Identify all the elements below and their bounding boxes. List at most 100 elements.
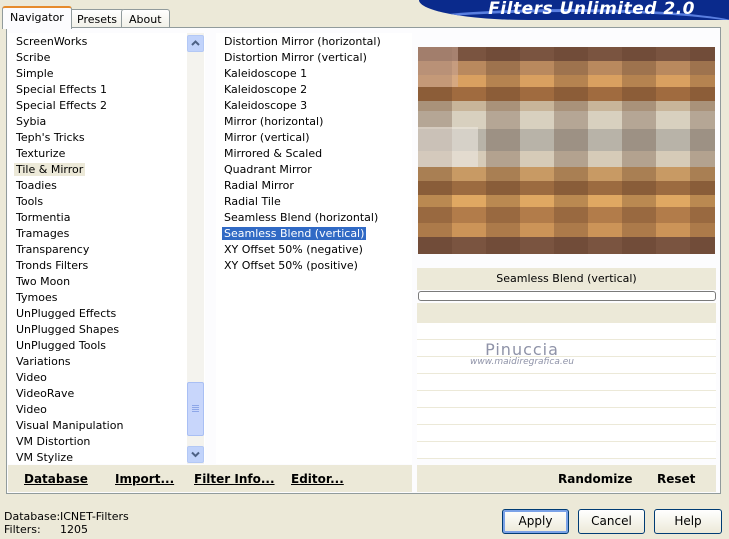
category-item[interactable]: ScreenWorks <box>8 34 125 50</box>
category-item[interactable]: VideoRave <box>8 386 125 402</box>
category-label: Tymoes <box>16 291 58 304</box>
category-item[interactable]: Video <box>8 370 125 386</box>
filter-item[interactable]: Seamless Blend (vertical) <box>216 226 383 242</box>
category-item[interactable]: Tile & Mirror <box>8 162 125 178</box>
category-item[interactable]: Tramages <box>8 226 125 242</box>
filter-item[interactable]: XY Offset 50% (positive) <box>216 258 383 274</box>
database-value: ICNET-Filters <box>60 510 129 523</box>
category-item[interactable]: Two Moon <box>8 274 125 290</box>
param-row <box>417 391 716 408</box>
filter-label: Mirrored & Scaled <box>224 147 323 160</box>
filter-item[interactable]: Distortion Mirror (vertical) <box>216 50 383 66</box>
filter-item[interactable]: Mirrored & Scaled <box>216 146 383 162</box>
category-label: Video <box>16 403 47 416</box>
filter-list[interactable]: Distortion Mirror (horizontal) Distortion… <box>216 33 412 464</box>
grip-icon <box>192 405 199 413</box>
category-label: Simple <box>16 67 54 80</box>
reset-button[interactable]: Reset <box>657 472 695 486</box>
scroll-up-button[interactable] <box>187 35 204 52</box>
filter-info-button[interactable]: Filter Info... <box>194 472 275 486</box>
category-item[interactable]: Sybia <box>8 114 125 130</box>
filter-item[interactable]: Mirror (horizontal) <box>216 114 383 130</box>
category-label: Sybia <box>16 115 47 128</box>
filter-item[interactable]: Mirror (vertical) <box>216 130 383 146</box>
category-label: Texturize <box>16 147 66 160</box>
category-scrollbar[interactable] <box>187 33 204 464</box>
category-item[interactable]: UnPlugged Tools <box>8 338 125 354</box>
filter-label: Radial Tile <box>224 195 281 208</box>
filter-item[interactable]: Distortion Mirror (horizontal) <box>216 34 383 50</box>
filter-item[interactable]: Radial Tile <box>216 194 383 210</box>
filter-label: Mirror (horizontal) <box>224 115 324 128</box>
database-label: Database: <box>4 510 61 523</box>
category-item[interactable]: Tymoes <box>8 290 125 306</box>
randomize-button[interactable]: Randomize <box>558 472 632 486</box>
database-button[interactable]: Database <box>24 472 88 486</box>
param-row <box>417 425 716 442</box>
filter-item[interactable]: XY Offset 50% (negative) <box>216 242 383 258</box>
filter-label: Seamless Blend (horizontal) <box>224 211 379 224</box>
filter-label: Kaleidoscope 3 <box>224 99 308 112</box>
category-item[interactable]: VM Stylize <box>8 450 125 464</box>
category-label: ScreenWorks <box>16 35 88 48</box>
filter-label: XY Offset 50% (negative) <box>224 243 363 256</box>
category-item[interactable]: Simple <box>8 66 125 82</box>
category-item[interactable]: Teph's Tricks <box>8 130 125 146</box>
category-item[interactable]: Special Effects 1 <box>8 82 125 98</box>
param-row <box>417 323 716 340</box>
category-label: VM Distortion <box>16 435 91 448</box>
preview-filter-name: Seamless Blend (vertical) <box>417 268 716 290</box>
category-item[interactable]: Tormentia <box>8 210 125 226</box>
category-label: Two Moon <box>16 275 71 288</box>
filter-item[interactable]: Kaleidoscope 1 <box>216 66 383 82</box>
tab-presets[interactable]: Presets <box>69 9 126 29</box>
right-action-bar: Randomize Reset <box>417 465 716 492</box>
apply-button[interactable]: Apply <box>502 509 569 534</box>
category-label: Scribe <box>16 51 51 64</box>
import-button[interactable]: Import... <box>115 472 174 486</box>
help-button[interactable]: Help <box>654 509 722 534</box>
category-label: Video <box>16 371 47 384</box>
category-item[interactable]: Special Effects 2 <box>8 98 125 114</box>
category-list[interactable]: ScreenWorks Scribe Simple Special Effects 1… <box>8 33 205 464</box>
filter-item[interactable]: Kaleidoscope 3 <box>216 98 383 114</box>
watermark: Pinuccia www.maidiregrafica.eu <box>452 340 592 367</box>
watermark-site: www.maidiregrafica.eu <box>470 357 574 367</box>
category-label: Tramages <box>16 227 70 240</box>
tab-navigator[interactable]: Navigator <box>2 6 72 29</box>
category-item[interactable]: Video <box>8 402 125 418</box>
cancel-button[interactable]: Cancel <box>578 509 645 534</box>
category-label: Transparency <box>16 243 90 256</box>
category-item[interactable]: Visual Manipulation <box>8 418 125 434</box>
category-item[interactable]: Toadies <box>8 178 125 194</box>
category-label: Special Effects 1 <box>16 83 108 96</box>
filter-item[interactable]: Radial Mirror <box>216 178 383 194</box>
filter-label: Mirror (vertical) <box>224 131 310 144</box>
filter-item[interactable]: Seamless Blend (horizontal) <box>216 210 383 226</box>
filter-item[interactable]: Kaleidoscope 2 <box>216 82 383 98</box>
category-item[interactable]: Texturize <box>8 146 125 162</box>
category-item[interactable]: Scribe <box>8 50 125 66</box>
tab-about[interactable]: About <box>121 9 170 29</box>
category-item[interactable]: Tools <box>8 194 125 210</box>
category-item[interactable]: Variations <box>8 354 125 370</box>
category-item[interactable]: UnPlugged Effects <box>8 306 125 322</box>
category-label: UnPlugged Effects <box>16 307 117 320</box>
category-label: UnPlugged Tools <box>16 339 106 352</box>
category-label: Variations <box>16 355 71 368</box>
scroll-thumb[interactable] <box>187 382 204 436</box>
category-label: Tools <box>16 195 44 208</box>
category-item[interactable]: VM Distortion <box>8 434 125 450</box>
status-info: Database: ICNET-Filters Filters: 1205 <box>4 510 129 536</box>
param-row <box>417 408 716 425</box>
filter-item[interactable]: Quadrant Mirror <box>216 162 383 178</box>
preview-image <box>418 47 715 254</box>
category-item[interactable]: Transparency <box>8 242 125 258</box>
category-item[interactable]: Tronds Filters <box>8 258 125 274</box>
left-action-bar: Database Import... Filter Info... Editor… <box>8 465 412 492</box>
editor-button[interactable]: Editor... <box>291 472 344 486</box>
category-item[interactable]: UnPlugged Shapes <box>8 322 125 338</box>
scroll-down-button[interactable] <box>187 446 204 463</box>
progress-bar <box>418 291 716 301</box>
banner-title: Filters Unlimited 2.0 <box>488 0 695 19</box>
